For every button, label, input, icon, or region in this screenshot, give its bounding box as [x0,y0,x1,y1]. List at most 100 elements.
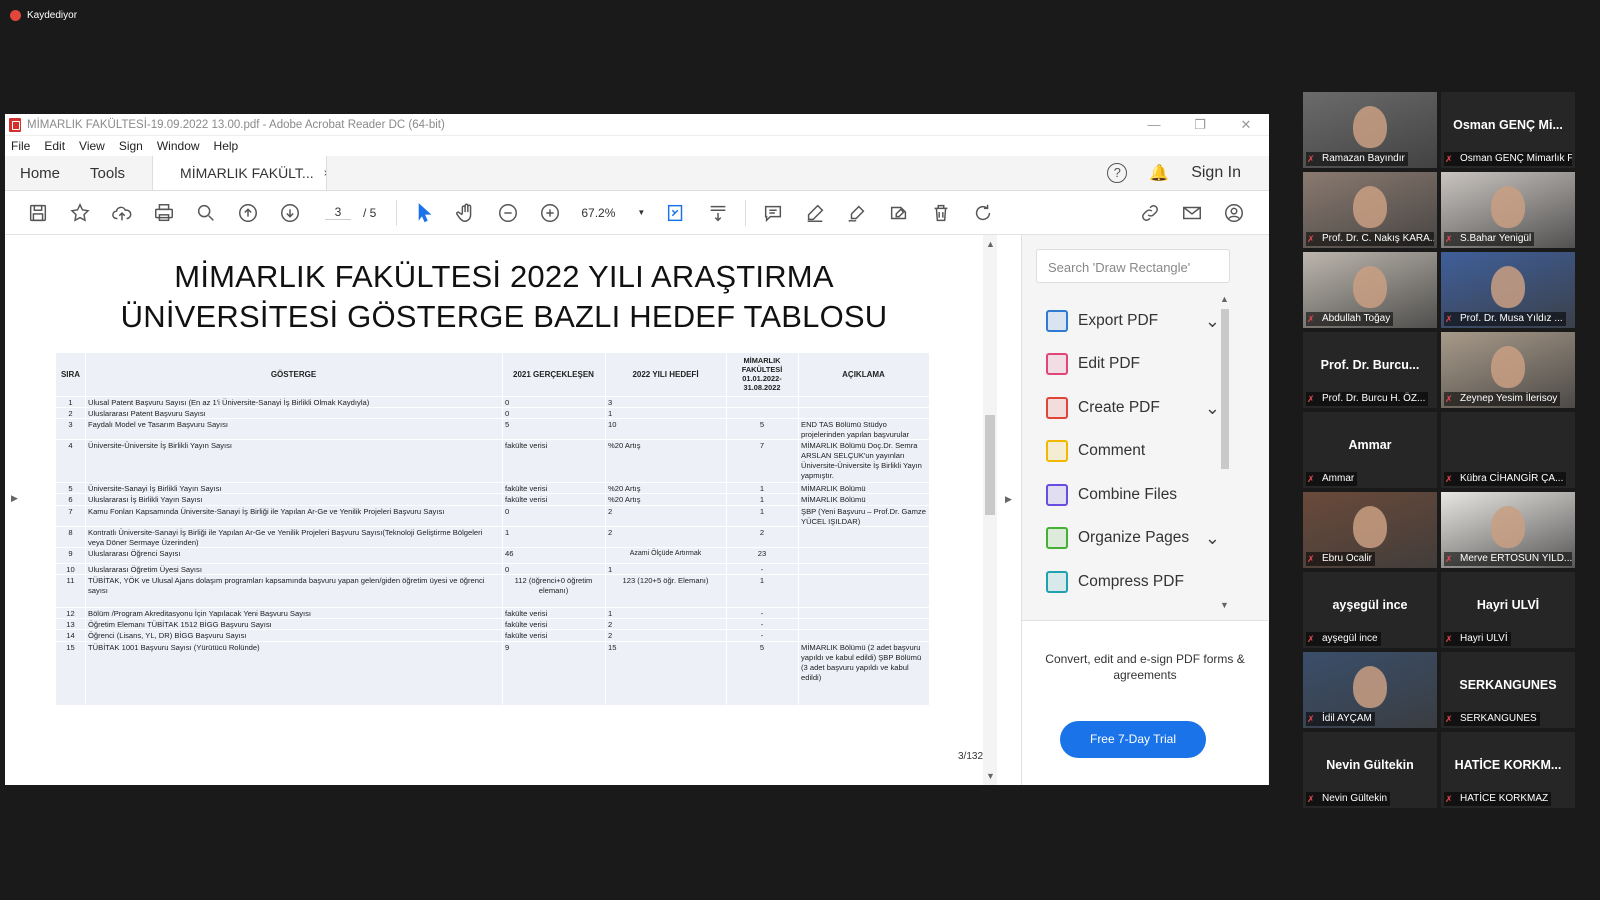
participant-tile[interactable]: ayşegül ince ayşegül ince ✗ [1303,572,1437,648]
comment-icon[interactable] [752,198,794,228]
left-panel-toggle-icon[interactable]: ▶ [11,493,18,504]
participant-tile[interactable]: Prof. Dr. Burcu... Prof. Dr. Burcu H. ÖZ.… [1303,332,1437,408]
tab-document[interactable]: MİMARLIK FAKÜLT... × [152,156,328,190]
participant-tile[interactable]: Prof. Dr. C. Nakış KARA... ✗ [1303,172,1437,248]
save-icon[interactable] [17,198,59,228]
menu-sign[interactable]: Sign [119,139,143,153]
muted-mic-icon: ✗ [1445,634,1453,644]
table-cell-indicator: Kontratlı Üniversite-Sanayi İş Birliği i… [88,528,483,547]
tool-export-pdf[interactable]: Export PDF ⌄ [1022,299,1232,343]
table-cell-row-number: 14 [66,631,75,640]
page-number-input[interactable]: 3 [325,205,351,220]
tool-label: Compress PDF [1078,572,1184,590]
document-title-line2: ÜNİVERSİTESİ GÖSTERGE BAZLI HEDEF TABLOS… [120,299,888,334]
draw-signature-icon[interactable] [836,198,878,228]
free-trial-button[interactable]: Free 7-Day Trial [1060,721,1206,758]
scroll-down-icon[interactable]: ▼ [1220,600,1229,610]
participant-tile[interactable]: Ramazan Bayındır ✗ [1303,92,1437,168]
participant-display-name: Nevin Gültekin [1326,758,1414,772]
table-cell-actual-2021: fakülte verisi [505,495,548,504]
print-icon[interactable] [143,198,185,228]
muted-mic-icon: ✗ [1445,714,1453,724]
document-scrollbar[interactable]: ▲ ▼ [983,235,997,785]
participant-tile[interactable]: Ammar Ammar ✗ [1303,412,1437,488]
delete-trash-icon[interactable] [920,198,962,228]
participant-tile[interactable]: Hayri ULVİ Hayri ULVİ ✗ [1441,572,1575,648]
tab-close-icon[interactable]: × [324,166,326,180]
toolbar-divider [396,199,398,226]
participant-tile[interactable]: HATİCE KORKM... HATİCE KORKMAZ ✗ [1441,732,1575,808]
rotate-icon[interactable] [962,198,1004,228]
table-cell-target-2022: 15 [608,643,617,652]
row-divider [56,407,929,408]
help-icon[interactable]: ? [1107,163,1128,183]
tool-search-input[interactable]: Search 'Draw Rectangle' [1036,249,1230,283]
share-user-icon[interactable] [1213,198,1255,228]
tools-panel-scrollbar[interactable]: ▲ ▼ [1218,294,1232,614]
menu-file[interactable]: File [11,139,30,153]
tab-home[interactable]: Home [5,156,75,190]
scroll-down-icon[interactable]: ▼ [986,771,995,781]
participant-tile[interactable]: İdil AYÇAM ✗ [1303,652,1437,728]
participant-tile[interactable]: Osman GENÇ Mi... Osman GENÇ Mimarlık F...… [1441,92,1575,168]
participant-tile[interactable]: Nevin Gültekin Nevin Gültekin ✗ [1303,732,1437,808]
tool-combine-files[interactable]: Combine Files [1022,473,1232,517]
close-icon[interactable]: ✕ [1223,117,1269,133]
table-cell-faculty-value: 1 [759,507,765,516]
zoom-select[interactable]: 67.2% ▼ [571,206,655,220]
fit-page-icon[interactable] [655,198,697,228]
menu-help[interactable]: Help [214,139,239,153]
highlight-pen-icon[interactable] [794,198,836,228]
bookmark-star-icon[interactable] [59,198,101,228]
sign-in-button[interactable]: Sign In [1191,164,1241,182]
participant-tile[interactable]: S.Bahar Yenigül ✗ [1441,172,1575,248]
participant-tile[interactable]: Abdullah Toğay ✗ [1303,252,1437,328]
tool-edit-pdf[interactable]: Edit PDF [1022,343,1232,387]
zoom-in-icon[interactable] [529,198,571,228]
share-link-icon[interactable] [1129,198,1171,228]
scroll-up-icon[interactable]: ▲ [1220,294,1229,304]
scrollbar-thumb[interactable] [985,415,995,515]
tab-tools[interactable]: Tools [75,156,140,190]
scroll-mode-icon[interactable] [697,198,739,228]
menu-edit[interactable]: Edit [44,139,65,153]
zoom-out-icon[interactable] [487,198,529,228]
scroll-up-icon[interactable]: ▲ [986,239,995,249]
participant-tile[interactable]: Kübra CİHANGİR ÇA... ✗ [1441,412,1575,488]
tool-create-pdf[interactable]: Create PDF ⌄ [1022,386,1232,430]
upload-cloud-icon[interactable] [101,198,143,228]
fill-sign-icon[interactable] [878,198,920,228]
row-divider [56,547,929,548]
email-icon[interactable] [1171,198,1213,228]
select-arrow-icon[interactable] [403,198,445,228]
table-cell-target-2022: %20 Artış [608,495,641,504]
page-down-icon[interactable] [269,198,311,228]
muted-mic-icon: ✗ [1307,474,1315,484]
menu-view[interactable]: View [79,139,105,153]
page-up-icon[interactable] [227,198,269,228]
participant-face [1353,506,1387,548]
participant-tile[interactable]: Prof. Dr. Musa Yıldız ... ✗ [1441,252,1575,328]
participant-tile[interactable]: Merve ERTOSUN YILD... ✗ [1441,492,1575,568]
right-panel-toggle-icon[interactable]: ▶ [1005,494,1012,505]
tool-label: Export PDF [1078,311,1159,329]
participant-tile[interactable]: SERKANGUNES SERKANGUNES ✗ [1441,652,1575,728]
tool-comment[interactable]: Comment [1022,430,1232,474]
minimize-icon[interactable]: — [1131,117,1177,133]
participant-tile[interactable]: Zeynep Yesim İlerisoy ✗ [1441,332,1575,408]
zoom-search-icon[interactable] [185,198,227,228]
participant-display-name: Osman GENÇ Mi... [1453,118,1563,132]
notification-bell-icon[interactable]: 🔔 [1149,163,1169,183]
hand-tool-icon[interactable] [445,198,487,228]
row-divider [56,563,929,564]
menu-window[interactable]: Window [157,139,200,153]
document-viewport[interactable]: MİMARLIK FAKÜLTESİ 2022 YILI ARAŞTIRMA Ü… [5,235,1021,785]
tool-organize-pages[interactable]: Organize Pages ⌄ [1022,517,1232,561]
participant-tile[interactable]: Ebru Ocalir ✗ [1303,492,1437,568]
table-cell-note: MİMARLIK Bölümü Doç.Dr. Semra ARSLAN SEL… [801,441,922,480]
row-divider [56,618,929,619]
restore-icon[interactable]: ❐ [1177,117,1223,133]
row-divider [56,439,929,440]
tool-compress-pdf[interactable]: Compress PDF [1022,560,1232,604]
scrollbar-thumb[interactable] [1221,309,1229,469]
